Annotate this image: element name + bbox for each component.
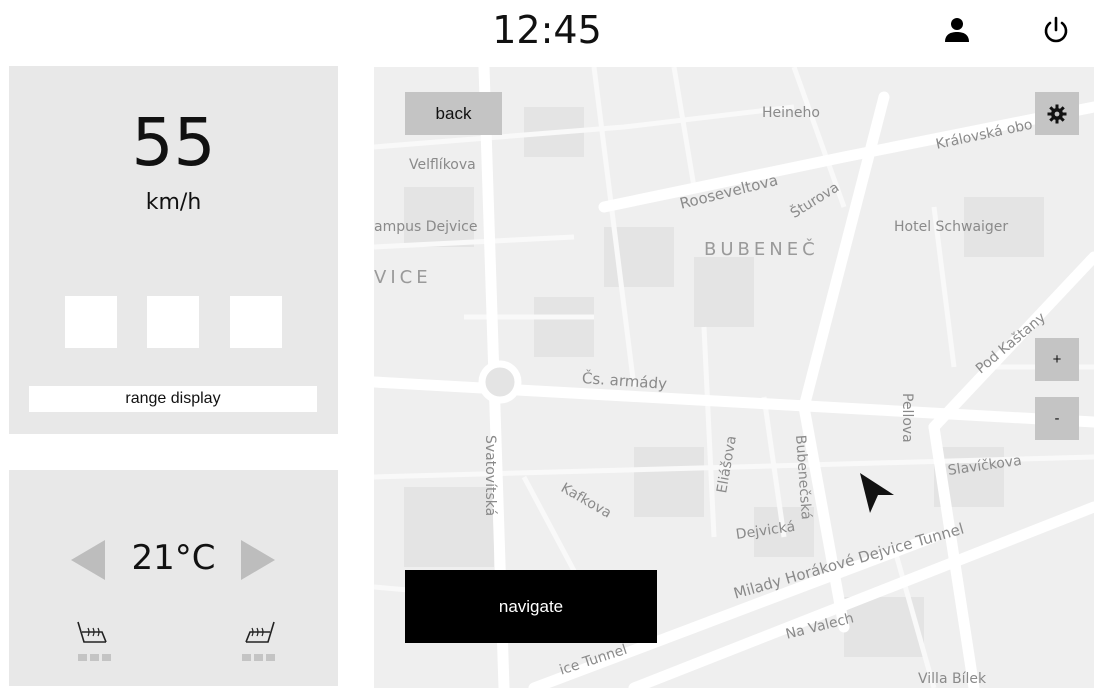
climate-panel: 21°C <box>9 470 338 686</box>
left-seat-heater-button[interactable] <box>72 620 116 668</box>
map-view[interactable]: Heineho Královská obo Velflíkova Rooseve… <box>374 67 1094 688</box>
map-label: Pellova <box>899 393 915 443</box>
person-icon <box>945 18 969 42</box>
map-district-label: BUBENEČ <box>704 239 819 260</box>
map-label: Villa Bílek <box>918 671 987 687</box>
navigation-arrow-icon <box>860 473 894 513</box>
heated-seat-left-icon <box>77 621 107 643</box>
profile-button[interactable] <box>941 14 973 46</box>
temperature-value: 21°C <box>131 538 216 578</box>
map-label: Heineho <box>762 105 820 121</box>
map-label: Hotel Schwaiger <box>894 219 1009 235</box>
back-button[interactable]: back <box>405 92 502 135</box>
indicator-box <box>147 296 199 348</box>
speed-panel: 55 km/h range display <box>9 66 338 434</box>
range-display: range display <box>29 386 317 412</box>
clock: 12:45 <box>492 8 602 52</box>
indicator-box <box>230 296 282 348</box>
seat-heat-level <box>236 654 280 661</box>
power-button[interactable] <box>1040 14 1072 46</box>
seat-heat-level <box>72 654 116 661</box>
speed-value: 55 <box>131 104 216 181</box>
gear-icon <box>1047 104 1067 123</box>
map-label: ampus Dejvice <box>374 219 478 235</box>
map-label: Velflíkova <box>409 157 476 173</box>
power-icon <box>1044 16 1068 43</box>
heated-seat-right-icon <box>245 621 275 643</box>
map-district-label: VICE <box>374 267 432 288</box>
temperature-increase-button[interactable] <box>241 540 275 580</box>
zoom-out-button[interactable]: - <box>1035 397 1079 440</box>
zoom-in-button[interactable]: + <box>1035 338 1079 381</box>
map-settings-button[interactable] <box>1035 92 1079 135</box>
indicator-box <box>65 296 117 348</box>
speed-unit: km/h <box>145 190 202 215</box>
navigate-button[interactable]: navigate <box>405 570 657 643</box>
right-seat-heater-button[interactable] <box>236 620 280 668</box>
map-label: Svatovítská <box>482 435 498 517</box>
